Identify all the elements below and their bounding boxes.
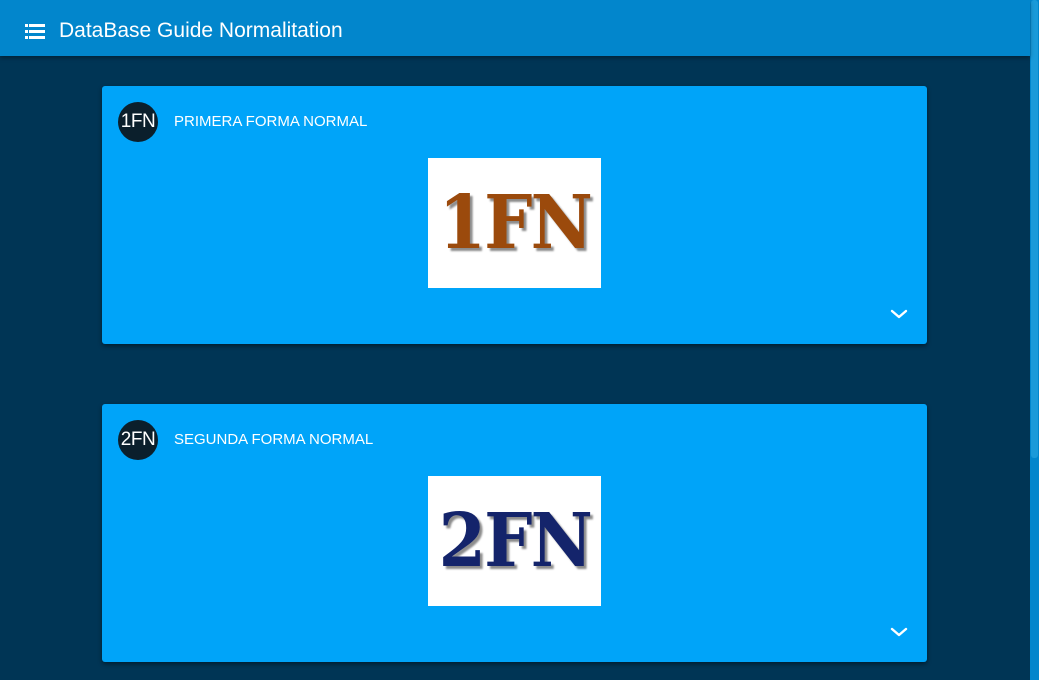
card-image: 1FN: [428, 158, 601, 288]
list-icon[interactable]: [25, 24, 45, 40]
vertical-scrollbar[interactable]: [1030, 0, 1039, 680]
card-title: SEGUNDA FORMA NORMAL: [174, 431, 374, 448]
card-title: PRIMERA FORMA NORMAL: [174, 113, 368, 130]
card-segunda-forma-normal[interactable]: 2FN SEGUNDA FORMA NORMAL 2FN: [102, 404, 927, 662]
card-image-text: 1FN: [438, 180, 592, 266]
card-image: 2FN: [428, 476, 601, 606]
card-primera-forma-normal[interactable]: 1FN PRIMERA FORMA NORMAL 1FN: [102, 86, 927, 344]
app-title: DataBase Guide Normalitation: [59, 19, 343, 42]
scrollbar-thumb[interactable]: [1031, 0, 1038, 458]
card-image-text: 2FN: [438, 498, 592, 584]
chevron-down-icon[interactable]: [888, 306, 910, 322]
chevron-down-icon[interactable]: [888, 624, 910, 640]
app-bar: DataBase Guide Normalitation: [0, 0, 1030, 56]
avatar: 1FN: [118, 102, 158, 142]
avatar: 2FN: [118, 420, 158, 460]
